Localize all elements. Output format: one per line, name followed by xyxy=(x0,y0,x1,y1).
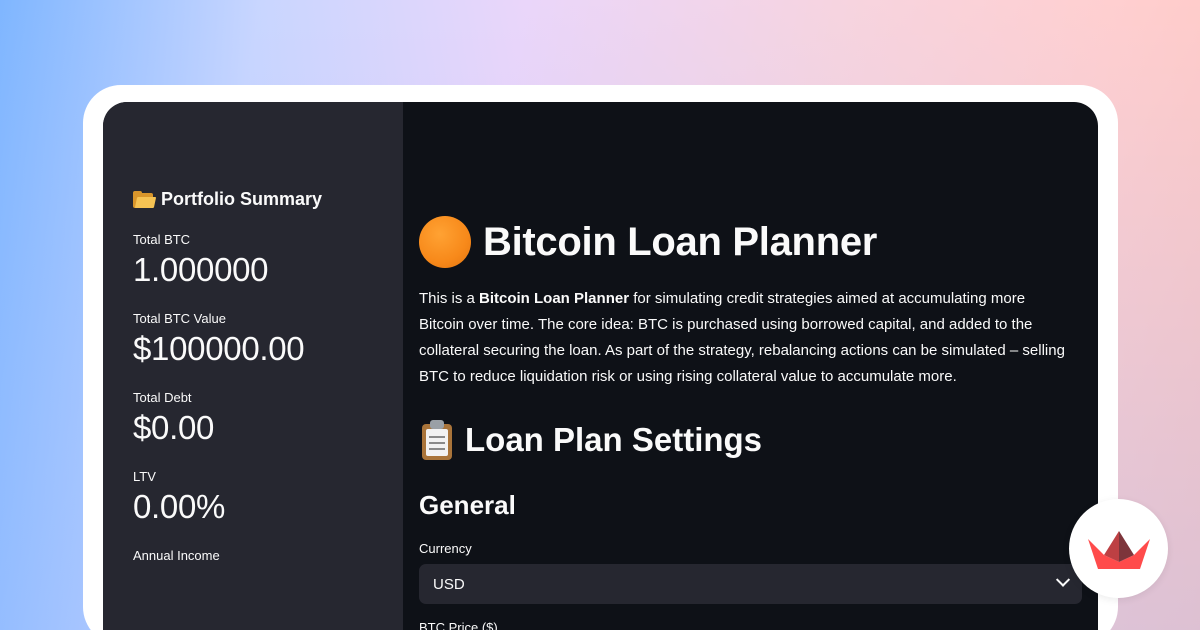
intro-prefix: This is a xyxy=(419,290,480,307)
metric-total-debt: Total Debt $0.00 xyxy=(133,390,373,447)
sidebar-title-text: Portfolio Summary xyxy=(161,189,323,209)
currency-select[interactable]: USD xyxy=(419,564,1082,604)
metric-annual-income: Annual Income xyxy=(133,548,373,563)
section-title: Loan Plan Settings xyxy=(419,420,1082,460)
btc-price-label: BTC Price ($) xyxy=(419,620,498,630)
intro-paragraph: This is a Bitcoin Loan Planner for simul… xyxy=(419,286,1074,390)
metric-value: $0.00 xyxy=(133,409,215,446)
section-title-text: Loan Plan Settings xyxy=(465,421,763,458)
currency-label: Currency xyxy=(419,541,472,556)
main-content: Bitcoin Loan Planner This is a Bitcoin L… xyxy=(403,102,1098,630)
sidebar: Portfolio Summary Total BTC 1.000000 Tot… xyxy=(103,102,403,630)
page-title: Bitcoin Loan Planner xyxy=(419,216,1082,268)
metric-total-btc: Total BTC 1.000000 xyxy=(133,232,373,289)
streamlit-logo-icon xyxy=(1087,530,1150,569)
currency-select-value: USD xyxy=(433,575,465,593)
streamlit-logo xyxy=(1069,499,1168,598)
page-title-text: Bitcoin Loan Planner xyxy=(483,219,878,264)
metric-value: $100000.00 xyxy=(133,330,305,367)
sidebar-title: Portfolio Summary xyxy=(133,189,373,210)
metric-value: 1.000000 xyxy=(133,251,269,288)
metric-label: Total BTC xyxy=(133,232,191,247)
metric-label: Annual Income xyxy=(133,548,220,563)
metric-label: Total BTC Value xyxy=(133,311,226,326)
metric-ltv: LTV 0.00% xyxy=(133,469,373,526)
metric-label: Total Debt xyxy=(133,390,192,405)
chevron-down-icon xyxy=(1055,572,1071,587)
metric-label: LTV xyxy=(133,469,156,484)
intro-bold: Bitcoin Loan Planner xyxy=(479,290,630,307)
subsection-title: General xyxy=(419,490,516,520)
folder-icon xyxy=(133,190,157,209)
orange-circle-icon xyxy=(419,216,471,268)
app-window: Portfolio Summary Total BTC 1.000000 Tot… xyxy=(103,102,1098,630)
metric-total-btc-value: Total BTC Value $100000.00 xyxy=(133,311,373,368)
metric-value: 0.00% xyxy=(133,488,226,525)
clipboard-icon xyxy=(419,420,455,460)
